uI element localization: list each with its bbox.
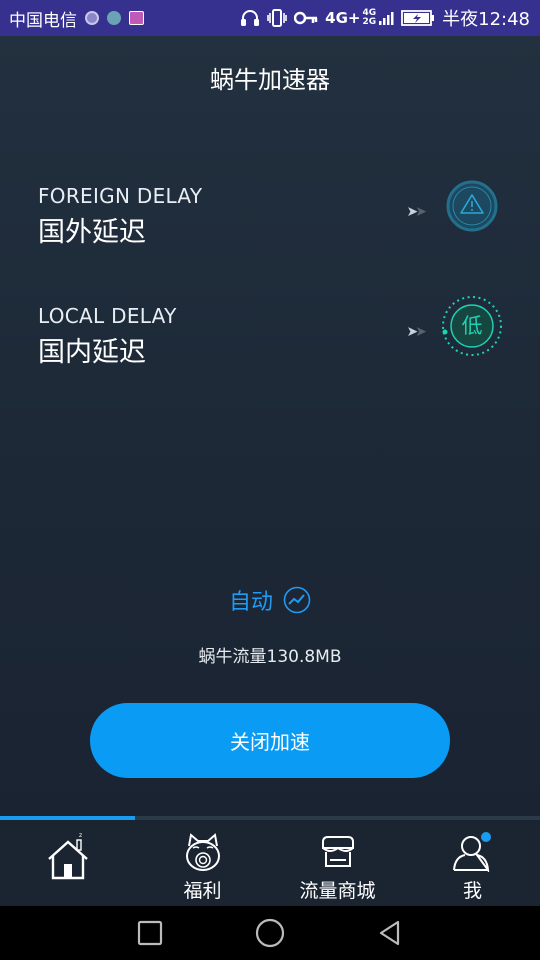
back-icon[interactable] bbox=[376, 919, 404, 947]
warning-icon bbox=[446, 180, 498, 232]
local-delay-row: LOCAL DELAY 国内延迟 ➤➤ 低 bbox=[38, 296, 508, 374]
local-delay-level: 低 bbox=[461, 314, 483, 338]
app-icon bbox=[107, 11, 121, 25]
tab-welfare[interactable]: 福利 bbox=[135, 820, 270, 906]
local-delay-status: 低 bbox=[440, 294, 504, 358]
mode-selector[interactable]: 自动 bbox=[0, 584, 540, 616]
main-panel: 蜗牛加速器 FOREIGN DELAY 国外延迟 ➤➤ LOCAL DELAY … bbox=[0, 36, 540, 816]
tab-profile[interactable]: 我 bbox=[405, 820, 540, 906]
clock: 半夜12:48 bbox=[442, 9, 530, 30]
foreign-delay-status bbox=[442, 176, 502, 236]
tab-home[interactable]: z bbox=[0, 820, 135, 906]
shop-icon bbox=[321, 836, 354, 867]
image-icon bbox=[129, 11, 144, 25]
network-2g-label: 2G bbox=[362, 17, 377, 27]
foreign-delay-row: FOREIGN DELAY 国外延迟 ➤➤ bbox=[38, 180, 508, 254]
home-circle-icon[interactable] bbox=[254, 917, 286, 949]
tab-welfare-label: 福利 bbox=[183, 880, 222, 902]
recent-apps-icon[interactable] bbox=[136, 919, 164, 947]
local-delay-label-en: LOCAL DELAY bbox=[38, 304, 177, 328]
tab-shop[interactable]: 流量商城 bbox=[270, 820, 405, 906]
key-icon bbox=[294, 11, 318, 25]
signal-icon bbox=[379, 12, 394, 25]
carrier-label: 中国电信 bbox=[9, 10, 77, 31]
status-bar: 中国电信 4G+ 4G 2G 半夜12:48 bbox=[0, 0, 540, 36]
circle-app-icon bbox=[85, 11, 99, 25]
network-4g-label: 4G+ bbox=[325, 9, 361, 27]
foreign-delay-label-en: FOREIGN DELAY bbox=[38, 184, 203, 208]
chevron-arrows-icon: ➤➤ bbox=[406, 204, 427, 220]
tab-shop-label: 流量商城 bbox=[299, 880, 376, 902]
chevron-arrows-icon: ➤➤ bbox=[406, 324, 427, 340]
battery-charging-icon bbox=[401, 10, 435, 26]
home-icon: z bbox=[47, 832, 88, 880]
traffic-info: 蜗牛流量130.8MB bbox=[198, 647, 342, 667]
tab-profile-label: 我 bbox=[462, 880, 482, 902]
local-delay-label-cn: 国内延迟 bbox=[38, 337, 146, 368]
mode-label: 自动 bbox=[228, 590, 273, 615]
svg-text:z: z bbox=[79, 832, 82, 839]
system-nav-bar bbox=[0, 906, 540, 960]
lucky-cat-icon bbox=[185, 833, 220, 871]
headphones-icon bbox=[241, 10, 260, 26]
page-title: 蜗牛加速器 bbox=[210, 66, 330, 94]
foreign-delay-label-cn: 国外延迟 bbox=[38, 217, 146, 248]
vibrate-icon bbox=[267, 9, 287, 27]
user-icon bbox=[452, 832, 491, 872]
stop-acceleration-button[interactable]: 关闭加速 bbox=[90, 703, 450, 778]
trend-icon bbox=[283, 586, 311, 614]
bottom-tab-bar: z 福利 流量商城 我 bbox=[0, 820, 540, 906]
